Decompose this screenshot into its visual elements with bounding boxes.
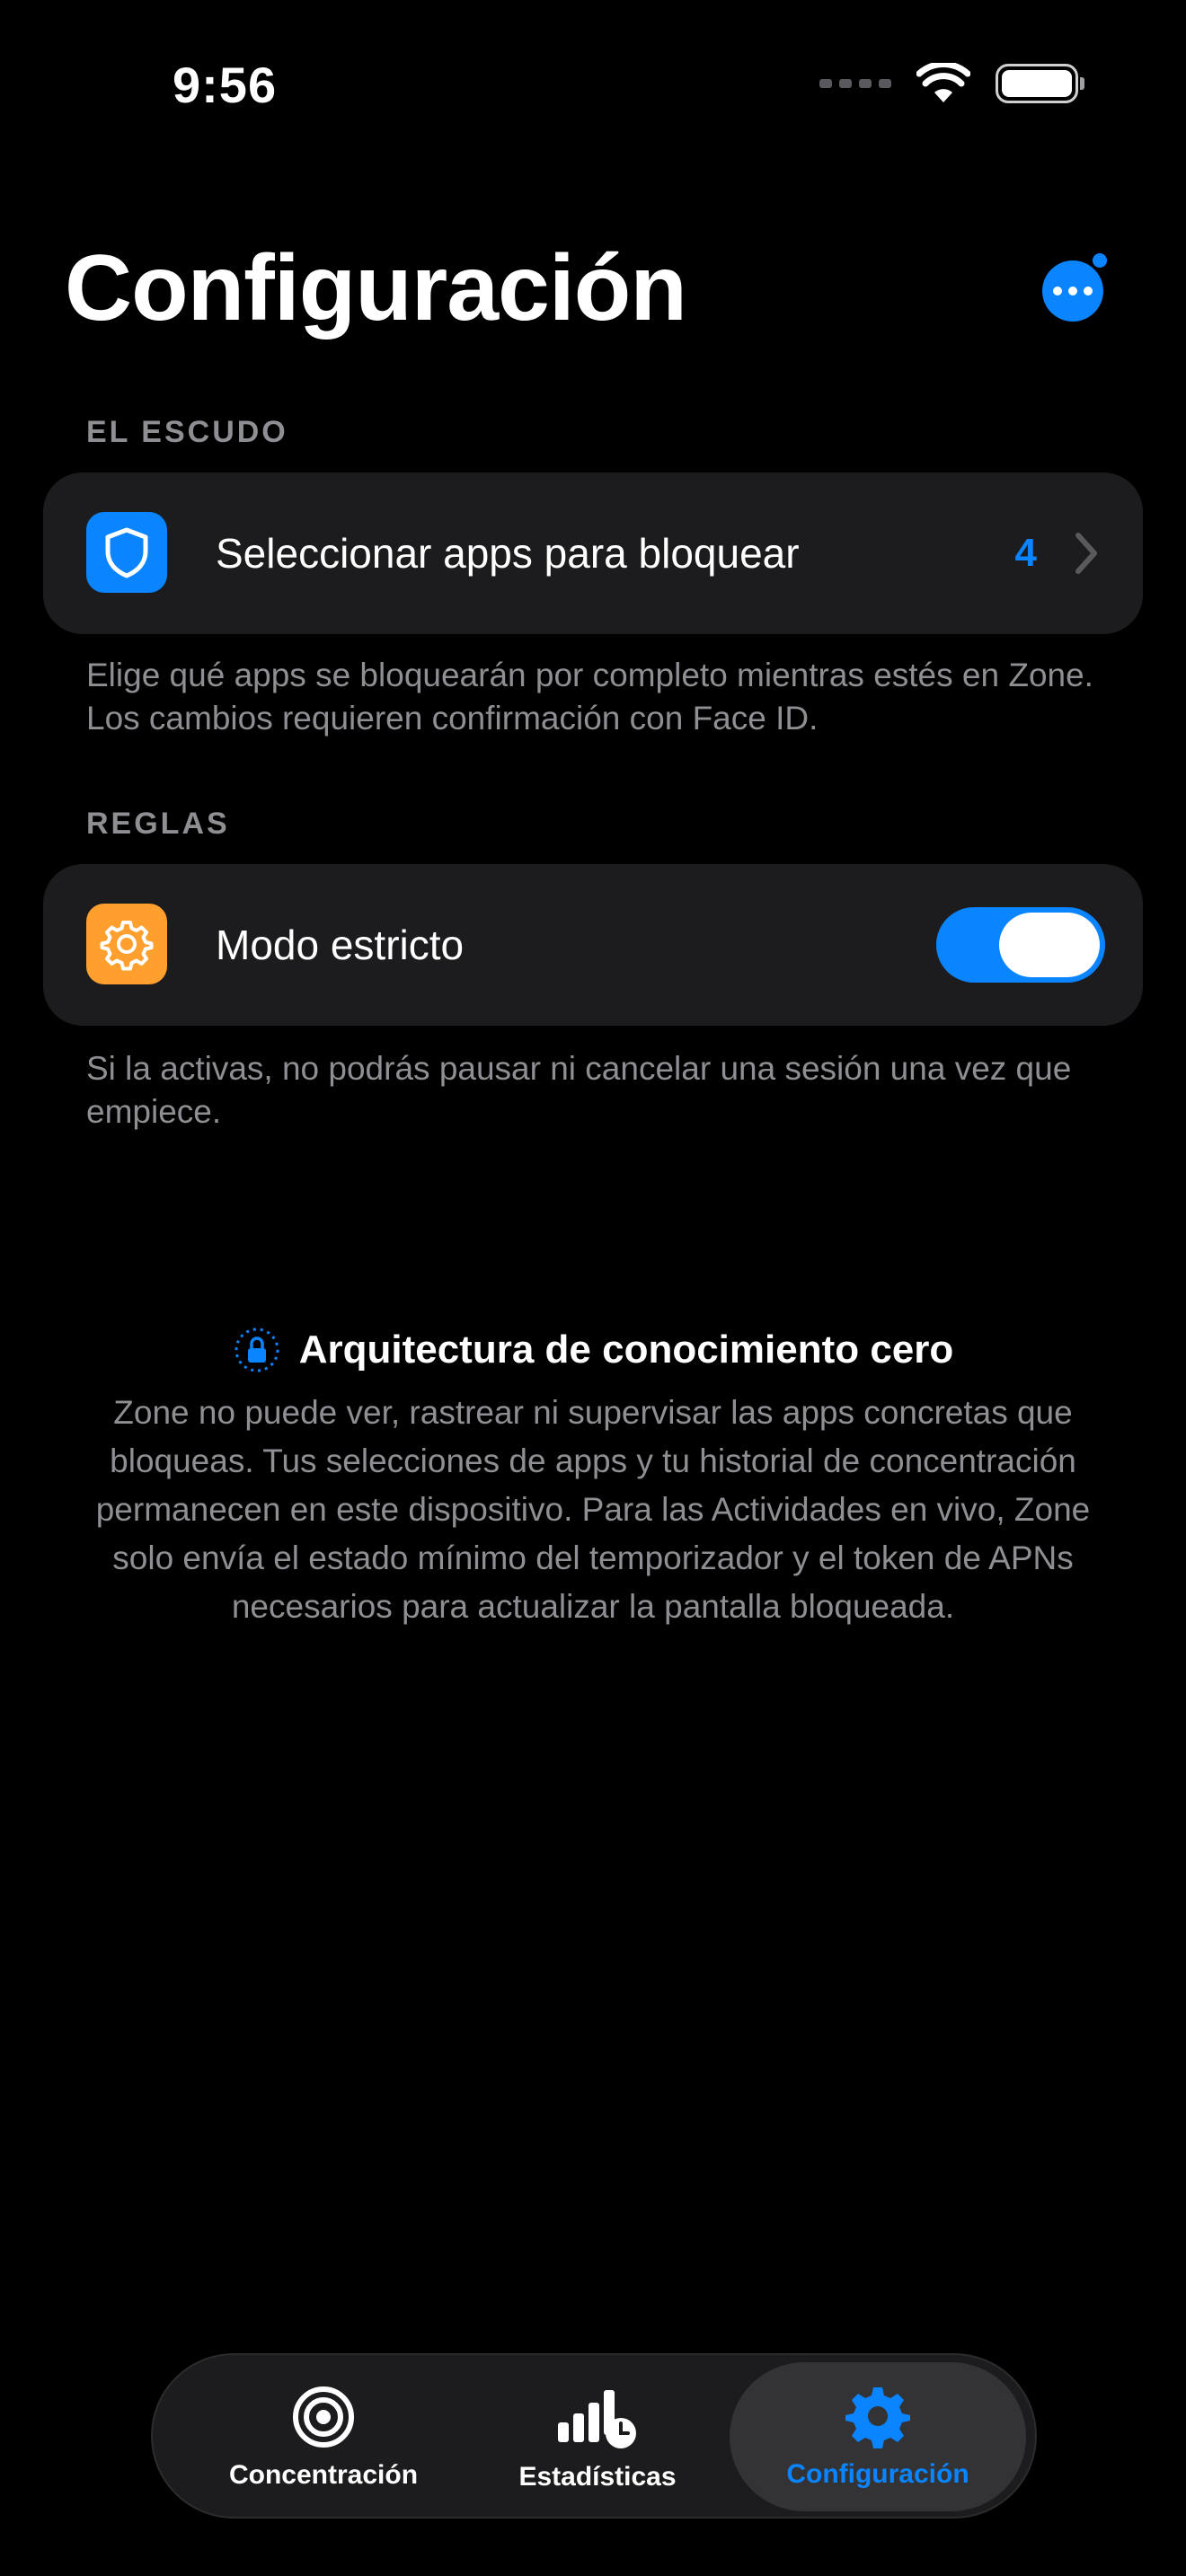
notification-badge	[1093, 253, 1107, 268]
privacy-title: Arquitectura de conocimiento cero	[298, 1328, 954, 1372]
more-options-button[interactable]	[1042, 260, 1103, 322]
privacy-heading: Arquitectura de conocimiento cero	[0, 1326, 1186, 1374]
status-indicators	[819, 63, 1084, 104]
rules-footer-text: Si la activas, no podrás pausar ni cance…	[86, 1050, 1072, 1130]
ellipsis-icon	[1053, 287, 1062, 296]
settings-screen: 9:56 Configuración EL ESCUDO Seleccionar…	[0, 0, 1186, 2576]
tab-focus[interactable]: Concentración	[189, 2355, 458, 2520]
page-title: Configuración	[65, 236, 687, 340]
tab-statistics-label: Estadísticas	[518, 2462, 677, 2492]
strict-mode-row: Modo estricto	[43, 864, 1143, 1026]
tab-bar: Concentración Estadísticas Configuración	[151, 2353, 1037, 2519]
strict-mode-toggle[interactable]	[936, 907, 1105, 983]
gear-icon	[86, 904, 167, 984]
target-icon	[293, 2386, 354, 2448]
lock-icon	[235, 1328, 279, 1372]
shield-footer-text: Elige qué apps se bloquearán por complet…	[86, 657, 1093, 737]
battery-icon	[996, 64, 1084, 103]
shield-icon	[86, 512, 167, 593]
gear-icon	[845, 2387, 910, 2448]
strict-mode-label: Modo estricto	[216, 922, 465, 968]
section-header-shield: EL ESCUDO	[86, 415, 288, 449]
tab-statistics[interactable]: Estadísticas	[467, 2355, 728, 2520]
section-header-rules: REGLAS	[86, 807, 230, 841]
cellular-signal-icon	[819, 79, 891, 88]
stats-clock-icon	[558, 2390, 636, 2448]
tab-settings-label: Configuración	[786, 2459, 969, 2489]
status-time: 9:56	[173, 57, 278, 113]
wifi-icon	[916, 63, 970, 102]
tab-settings[interactable]: Configuración	[730, 2362, 1026, 2511]
select-apps-label: Seleccionar apps para bloquear	[216, 530, 800, 577]
privacy-body-text: Zone no puede ver, rastrear ni supervisa…	[95, 1394, 1091, 1625]
select-apps-row[interactable]: Seleccionar apps para bloquear 4	[43, 472, 1143, 634]
toggle-knob	[999, 913, 1100, 977]
chevron-right-icon	[1075, 533, 1097, 574]
selected-apps-count: 4	[1014, 531, 1037, 575]
tab-focus-label: Concentración	[228, 2460, 419, 2490]
